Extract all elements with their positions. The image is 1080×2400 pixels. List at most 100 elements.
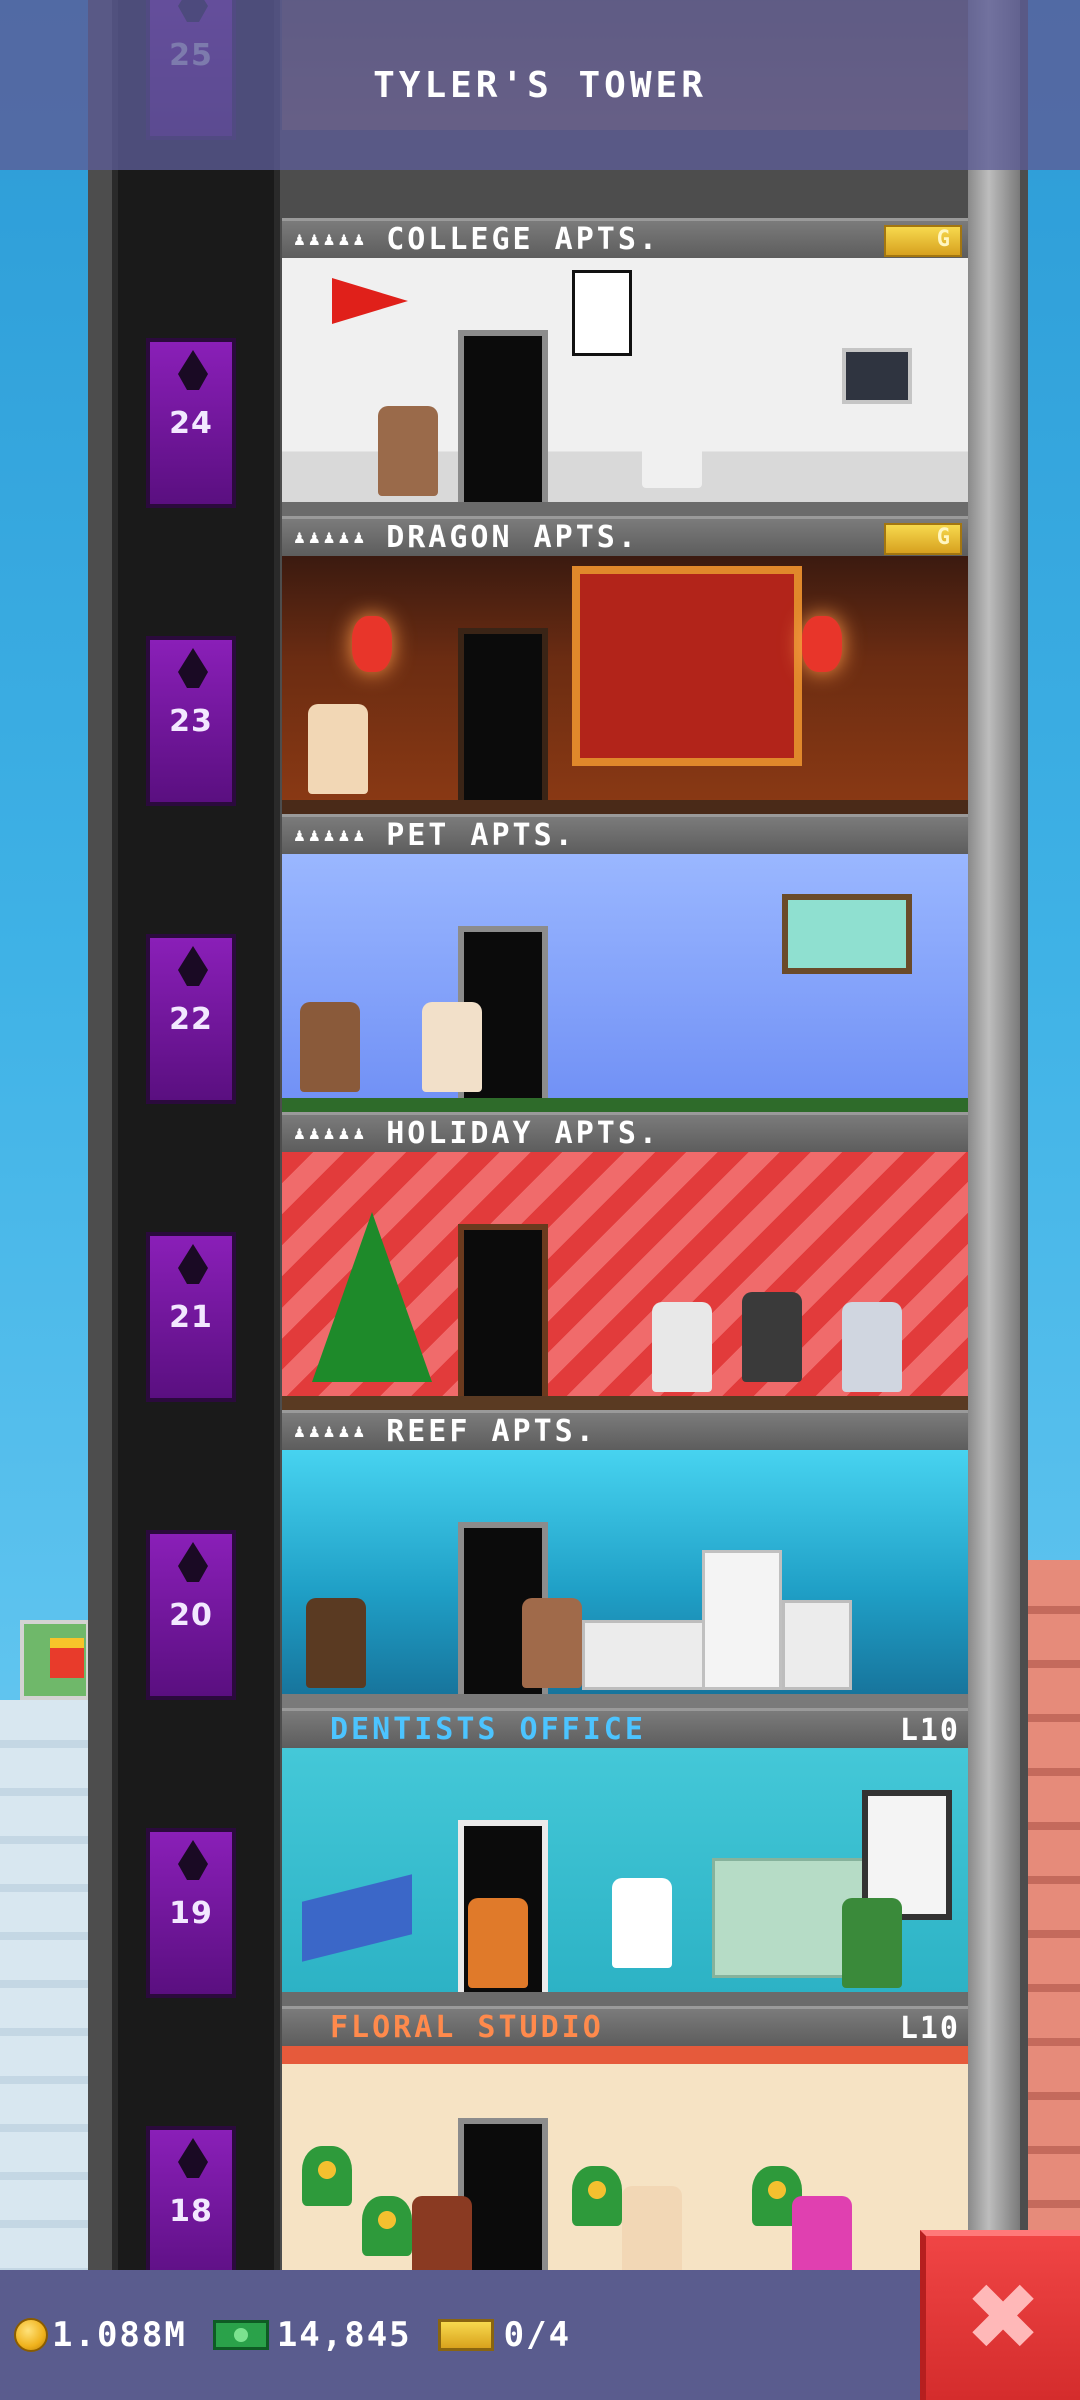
resident-avatar[interactable] [792, 2196, 852, 2270]
resident-avatar[interactable] [612, 1878, 672, 1968]
elevator-stop-21[interactable]: 21 [146, 1232, 236, 1402]
room-interior [282, 1152, 968, 1410]
resident-avatar[interactable] [522, 1598, 582, 1688]
room-interior [282, 854, 968, 1112]
resident-avatar[interactable] [842, 1898, 902, 1988]
floor-dragon-apts[interactable]: ♟♟♟♟♟ DRAGON APTS. G [282, 516, 968, 814]
pennant-decor [332, 278, 408, 324]
dental-chair-decor [302, 1874, 412, 1962]
floor-number: 22 [169, 1002, 213, 1037]
room-door[interactable] [458, 628, 548, 814]
room-interior [282, 1748, 968, 2006]
resident-avatar[interactable] [652, 1302, 712, 1392]
flower-decor [362, 2196, 412, 2256]
floor-name: COLLEGE APTS. [386, 222, 660, 257]
lantern-decor [352, 616, 392, 672]
coins-stat[interactable]: 1.088M [14, 2315, 187, 2355]
floor-number: 20 [169, 1598, 213, 1633]
floor-college-apts[interactable]: ♟♟♟♟♟ COLLEGE APTS. G [282, 218, 968, 516]
resident-avatar[interactable] [622, 2186, 682, 2270]
resident-avatar[interactable] [842, 1302, 902, 1392]
floor-header: ♟♟♟♟♟ PET APTS. [282, 814, 968, 854]
tower-name: TYLER'S TOWER [373, 64, 707, 106]
floor-number: 24 [169, 406, 213, 441]
fries-icon [50, 1638, 84, 1678]
elevator-stop-24[interactable]: 24 [146, 338, 236, 508]
room-door[interactable] [458, 330, 548, 516]
floor-dentists-office[interactable]: DENTISTS OFFICE L10 [282, 1708, 968, 2006]
floor-line [282, 1694, 968, 1708]
background-building-left [0, 1700, 90, 2270]
floor-holiday-apts[interactable]: ♟♟♟♟♟ HOLIDAY APTS. [282, 1112, 968, 1410]
fries-billboard [20, 1620, 90, 1700]
floor-name: HOLIDAY APTS. [386, 1116, 660, 1151]
floor-name: PET APTS. [386, 818, 576, 853]
dragon-banner-decor [572, 566, 802, 766]
resident-avatar[interactable] [300, 1002, 360, 1092]
floor-header: FLORAL STUDIO L10 [282, 2006, 968, 2046]
resident-icon: ♟♟♟♟♟ [294, 1123, 369, 1144]
resident-avatar[interactable] [742, 1292, 802, 1382]
floor-header: ♟♟♟♟♟ COLLEGE APTS. G [282, 218, 968, 258]
floor-header: ♟♟♟♟♟ REEF APTS. [282, 1410, 968, 1450]
room-door[interactable] [458, 1224, 548, 1410]
tower-bux-stat[interactable]: 14,845 [212, 2315, 412, 2355]
elevator-stop-22[interactable]: 22 [146, 934, 236, 1104]
tower-bux-icon [212, 2320, 269, 2350]
close-button[interactable]: ✖ [920, 2230, 1080, 2400]
resident-avatar[interactable] [412, 2196, 472, 2270]
resident-avatar[interactable] [306, 1598, 366, 1688]
business-level-label: L10 [899, 2011, 960, 2046]
golden-ticket-icon [437, 2319, 494, 2351]
floor-line [282, 1992, 968, 2006]
coin-icon [14, 2318, 48, 2352]
resident-avatar[interactable] [308, 704, 368, 794]
elevator-stop-23[interactable]: 23 [146, 636, 236, 806]
floor-pet-apts[interactable]: ♟♟♟♟♟ PET APTS. [282, 814, 968, 1112]
tower-title-bar[interactable]: TYLER'S TOWER [0, 0, 1080, 170]
kitchen-counter-decor [582, 1620, 712, 1690]
floor-floral-studio[interactable]: FLORAL STUDIO L10 [282, 2006, 968, 2304]
resident-avatar[interactable] [468, 1898, 528, 1988]
resident-avatar[interactable] [642, 398, 702, 488]
floor-name: FLORAL STUDIO [330, 2010, 604, 2045]
floor-line [282, 800, 968, 814]
aquarium-decor [782, 894, 912, 974]
resident-icon: ♟♟♟♟♟ [294, 527, 369, 548]
lantern-decor [802, 616, 842, 672]
elevator-stop-20[interactable]: 20 [146, 1530, 236, 1700]
floor-name: DENTISTS OFFICE [330, 1712, 646, 1747]
close-icon: ✖ [964, 2264, 1042, 2371]
computer-decor [842, 348, 912, 404]
poster-decor [572, 270, 632, 356]
tickets-stat[interactable]: 0/4 [437, 2315, 572, 2355]
christmas-tree-decor [312, 1212, 432, 1382]
floor-header: DENTISTS OFFICE L10 [282, 1708, 968, 1748]
coins-value: 1.088M [52, 2315, 187, 2355]
room-interior [282, 556, 968, 814]
room-interior [282, 2046, 968, 2270]
status-bar: 1.088M 14,845 0/4 [0, 2270, 920, 2400]
resident-icon: ♟♟♟♟♟ [294, 229, 369, 250]
floor-number: 19 [169, 1896, 213, 1931]
floor-name: REEF APTS. [386, 1414, 597, 1449]
floor-name: DRAGON APTS. [386, 520, 639, 555]
flower-decor [572, 2166, 622, 2226]
stove-decor [782, 1600, 852, 1690]
resident-avatar[interactable] [422, 1002, 482, 1092]
tickets-value: 0/4 [503, 2315, 572, 2355]
resident-avatar[interactable] [378, 406, 438, 496]
floor-number: 18 [169, 2194, 213, 2229]
golden-ticket-badge[interactable]: G [884, 523, 962, 555]
golden-ticket-badge[interactable]: G [884, 225, 962, 257]
business-level-label: L10 [899, 1713, 960, 1748]
floor-line [282, 1098, 968, 1112]
resident-icon: ♟♟♟♟♟ [294, 1421, 369, 1442]
floor-header: ♟♟♟♟♟ HOLIDAY APTS. [282, 1112, 968, 1152]
floor-header: ♟♟♟♟♟ DRAGON APTS. G [282, 516, 968, 556]
floor-reef-apts[interactable]: ♟♟♟♟♟ REEF APTS. [282, 1410, 968, 1708]
floor-line [282, 502, 968, 516]
resident-icon: ♟♟♟♟♟ [294, 825, 369, 846]
elevator-stop-19[interactable]: 19 [146, 1828, 236, 1998]
fridge-decor [702, 1550, 782, 1690]
